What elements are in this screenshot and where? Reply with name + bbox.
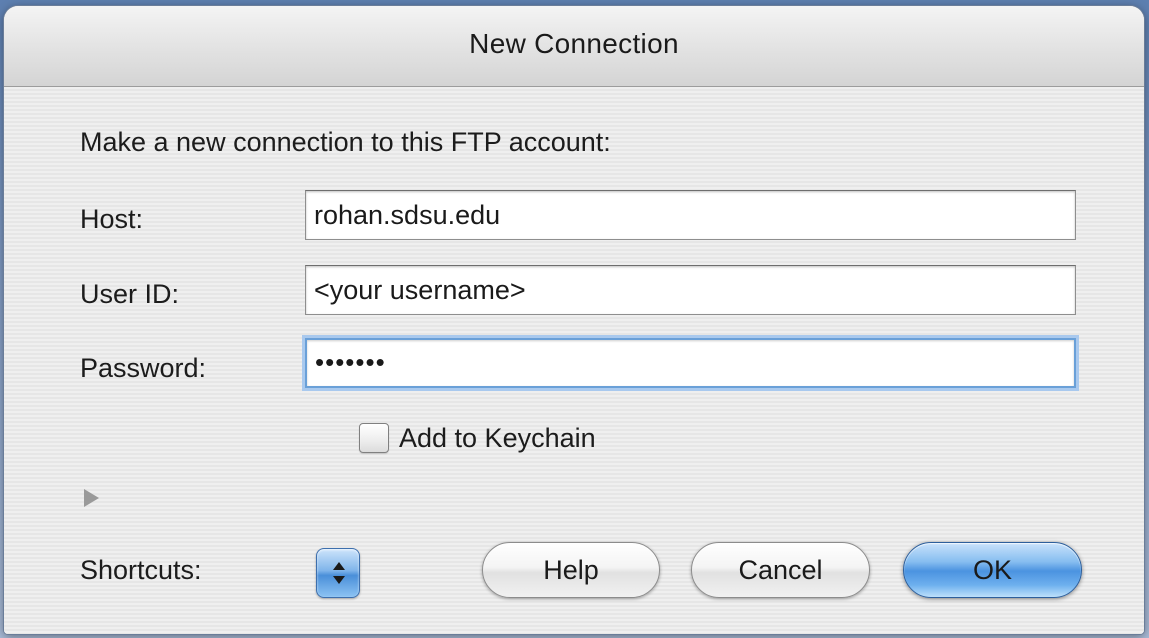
user-id-label: User ID: xyxy=(80,279,180,309)
password-label: Password: xyxy=(80,353,207,383)
host-field[interactable]: rohan.sdsu.edu xyxy=(305,190,1076,240)
password-value: ••••••• xyxy=(315,347,386,377)
chevron-up-icon xyxy=(333,562,345,570)
ok-button[interactable]: OK xyxy=(903,542,1082,598)
host-label: Host: xyxy=(80,204,144,234)
help-button[interactable]: Help xyxy=(482,542,660,598)
dialog-prompt: Make a new connection to this FTP accoun… xyxy=(80,127,611,157)
keychain-row[interactable]: Add to Keychain xyxy=(359,420,596,456)
add-to-keychain-label[interactable]: Add to Keychain xyxy=(399,423,596,454)
cancel-button[interactable]: Cancel xyxy=(691,542,870,598)
user-id-value: <your username> xyxy=(314,275,526,305)
password-field[interactable]: ••••••• xyxy=(305,338,1076,388)
disclosure-triangle-icon[interactable] xyxy=(84,489,99,507)
title-bar[interactable]: New Connection xyxy=(4,6,1144,87)
shortcuts-label: Shortcuts: xyxy=(80,555,202,585)
user-id-field[interactable]: <your username> xyxy=(305,265,1076,315)
dialog-content: Make a new connection to this FTP accoun… xyxy=(4,87,1144,634)
add-to-keychain-checkbox[interactable] xyxy=(359,423,389,453)
new-connection-dialog: New Connection Make a new connection to … xyxy=(4,6,1144,634)
host-value: rohan.sdsu.edu xyxy=(314,200,501,230)
window-title: New Connection xyxy=(469,28,679,59)
chevron-down-icon xyxy=(333,576,345,584)
shortcuts-popup-button[interactable] xyxy=(316,548,360,598)
